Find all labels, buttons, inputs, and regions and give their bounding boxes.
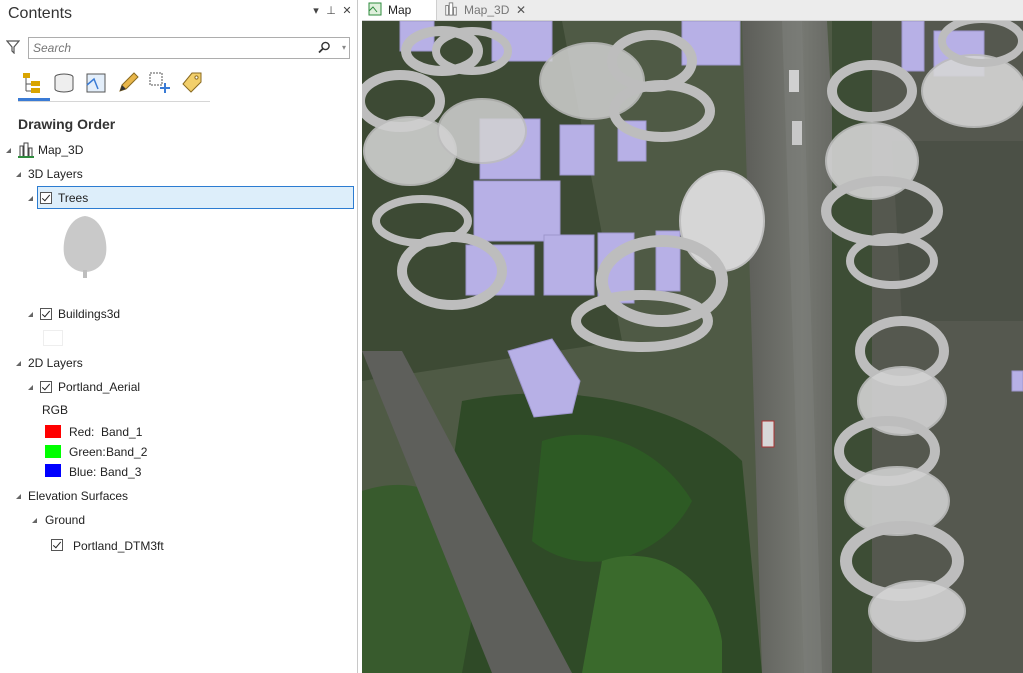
tab-map-label: Map (388, 3, 412, 17)
trees-visibility-checkbox[interactable] (40, 192, 52, 204)
pane-close-button[interactable]: ✕ (340, 4, 354, 18)
tree-symbol-icon (63, 216, 107, 278)
scene-tab-icon (445, 2, 457, 16)
green-band-name: Green: (69, 445, 106, 459)
map-3d-item[interactable]: Map_3D (38, 143, 83, 157)
blue-band-name: Blue: (69, 465, 97, 479)
aerial-visibility-checkbox[interactable] (40, 381, 52, 393)
active-view-indicator (18, 98, 50, 101)
pane-pin-button[interactable]: ⊥ (324, 4, 338, 18)
red-band-value: Band_1 (101, 425, 143, 439)
green-band-swatch (45, 445, 61, 458)
rgb-label: RGB (42, 403, 69, 417)
expand-buildings-icon[interactable] (28, 312, 33, 317)
ground-surface-label[interactable]: Ground (45, 513, 85, 527)
elevation-surfaces-group[interactable]: Elevation Surfaces (28, 489, 128, 503)
tab-close-icon[interactable]: ✕ (516, 3, 526, 17)
expand-trees-icon[interactable] (28, 196, 33, 201)
contents-view-toolbar (18, 67, 210, 102)
expand-2d-layers-icon[interactable] (16, 361, 21, 366)
3d-scene-view[interactable] (362, 21, 1023, 673)
search-input[interactable] (33, 40, 303, 56)
blue-band-swatch (45, 464, 61, 477)
blue-band-value: Band_3 (100, 465, 142, 479)
red-band-name: Red: (69, 425, 95, 439)
buildings-layer-label[interactable]: Buildings3d (58, 307, 120, 321)
search-icon[interactable] (318, 41, 331, 54)
search-box[interactable]: ▾ (28, 37, 350, 59)
buildings-symbol (43, 330, 63, 346)
tab-map[interactable]: Map (362, 0, 437, 20)
expand-aerial-icon[interactable] (28, 385, 33, 390)
trees-layer-label[interactable]: Trees (58, 191, 88, 205)
list-by-data-source-icon[interactable] (50, 69, 78, 95)
aerial-layer-label[interactable]: Portland_Aerial (58, 380, 140, 394)
view-tab-bar: Map Map_3D ✕ (362, 0, 1023, 21)
expand-ground-icon[interactable] (32, 518, 37, 523)
2d-layers-group[interactable]: 2D Layers (28, 356, 83, 370)
search-dropdown-icon[interactable]: ▾ (342, 43, 346, 52)
list-by-drawing-order-icon[interactable] (18, 69, 46, 95)
map-area: Map Map_3D ✕ (362, 0, 1023, 673)
tab-map-3d[interactable]: Map_3D ✕ (440, 0, 532, 20)
expand-elevation-icon[interactable] (16, 494, 21, 499)
list-by-snapping-icon[interactable] (146, 69, 174, 95)
3d-layers-group[interactable]: 3D Layers (28, 167, 83, 181)
list-by-labeling-icon[interactable] (178, 69, 206, 95)
map-tab-icon (368, 2, 382, 16)
list-by-selection-icon[interactable] (82, 69, 110, 95)
filter-icon[interactable] (6, 40, 20, 54)
dtm-layer-label[interactable]: Portland_DTM3ft (73, 539, 164, 553)
contents-pane: Contents ▾ ⊥ ✕ ▾ Drawing Ord (0, 0, 358, 673)
scene-icon (18, 142, 34, 158)
tab-map-3d-label: Map_3D (464, 3, 510, 17)
pane-menu-button[interactable]: ▾ (309, 4, 323, 18)
expand-map-icon[interactable] (6, 148, 11, 153)
pane-title: Contents (8, 5, 73, 22)
drawing-order-heading: Drawing Order (18, 116, 116, 132)
green-band-value: Band_2 (106, 445, 148, 459)
buildings-visibility-checkbox[interactable] (40, 308, 52, 320)
expand-3d-layers-icon[interactable] (16, 172, 21, 177)
dtm-visibility-checkbox[interactable] (51, 539, 63, 551)
list-by-editing-icon[interactable] (114, 69, 142, 95)
red-band-swatch (45, 425, 61, 438)
